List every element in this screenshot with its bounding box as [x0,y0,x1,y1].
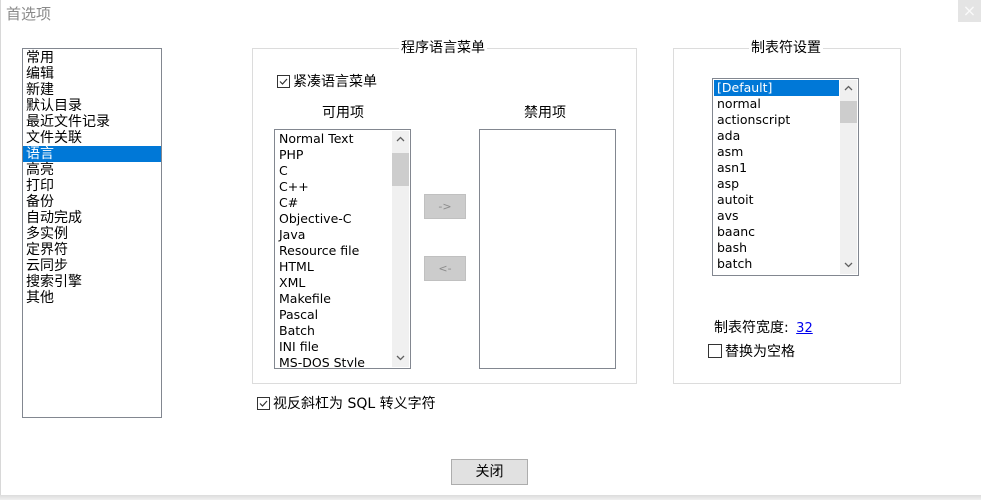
available-language-item[interactable]: Objective-C [276,211,391,227]
scrollbar-thumb[interactable] [392,153,409,186]
scroll-down-icon[interactable] [392,350,409,367]
sql-escape-option[interactable]: 视反斜杠为 SQL 转义字符 [257,393,436,413]
nav-item[interactable]: 语言 [23,146,161,162]
available-list-scrollbar[interactable] [392,131,409,367]
checkmark-icon [259,400,268,407]
available-language-item[interactable]: Java [276,227,391,243]
window-title: 首选项 [6,5,52,23]
nav-item[interactable]: 编辑 [23,66,161,82]
tab-language-item[interactable]: asn1 [714,160,839,176]
tab-language-item[interactable]: avs [714,208,839,224]
tab-settings-group-title: 制表符设置 [749,40,823,56]
tab-list-scrollbar[interactable] [840,80,857,274]
disabled-languages-list[interactable] [479,129,616,369]
close-icon: × [962,1,977,20]
compact-menu-label: 紧凑语言菜单 [293,74,377,90]
nav-item[interactable]: 默认目录 [23,98,161,114]
available-language-item[interactable]: XML [276,275,391,291]
tab-language-item[interactable]: blitzbasic [714,272,839,274]
tab-language-item[interactable]: autoit [714,192,839,208]
replace-with-space-option[interactable]: 替换为空格 [708,341,795,361]
available-language-item[interactable]: Makefile [276,291,391,307]
available-language-item[interactable]: C# [276,195,391,211]
tab-language-item[interactable]: baanc [714,224,839,240]
replace-with-space-checkbox[interactable] [708,344,722,358]
nav-item[interactable]: 其他 [23,290,161,306]
available-language-item[interactable]: Normal Text [276,131,391,147]
available-items-label: 可用项 [322,105,364,121]
language-menu-group-title: 程序语言菜单 [399,40,487,56]
tab-language-item[interactable]: asp [714,176,839,192]
tab-language-item[interactable]: [Default] [714,80,839,96]
tab-language-list[interactable]: [Default] normal actionscript ada asm asn1 asp… [712,78,859,276]
nav-item[interactable]: 自动完成 [23,210,161,226]
tab-language-item[interactable]: bash [714,240,839,256]
tab-width-value-link[interactable]: 32 [796,321,813,336]
available-language-item[interactable]: HTML [276,259,391,275]
nav-item[interactable]: 常用 [23,50,161,66]
window-border [0,0,1,497]
available-language-item[interactable]: INI file [276,339,391,355]
nav-item[interactable]: 打印 [23,178,161,194]
sql-escape-checkbox[interactable] [257,396,270,410]
nav-item[interactable]: 多实例 [23,226,161,242]
available-language-item[interactable]: PHP [276,147,391,163]
available-language-item[interactable]: Pascal [276,307,391,323]
nav-item[interactable]: 文件关联 [23,130,161,146]
tab-width-row: 制表符宽度: 32 [714,317,813,337]
tab-language-item[interactable]: batch [714,256,839,272]
replace-with-space-label: 替换为空格 [725,344,795,360]
tab-language-item[interactable]: ada [714,128,839,144]
available-language-item[interactable]: C++ [276,179,391,195]
window-close-button[interactable]: × [958,0,981,22]
checkmark-icon [279,78,288,85]
nav-item[interactable]: 搜索引擎 [23,274,161,290]
scroll-up-icon[interactable] [840,80,857,97]
nav-item[interactable]: 新建 [23,82,161,98]
available-language-item[interactable]: Batch [276,323,391,339]
scrollbar-thumb[interactable] [840,101,857,123]
tab-width-label: 制表符宽度: [714,320,789,336]
tab-language-item[interactable]: asm [714,144,839,160]
disabled-items-label: 禁用项 [524,105,566,121]
compact-menu-option[interactable]: 紧凑语言菜单 [277,71,377,91]
scroll-up-icon[interactable] [392,131,409,148]
scroll-down-icon[interactable] [840,257,857,274]
nav-item[interactable]: 备份 [23,194,161,210]
available-language-item[interactable]: Resource file [276,243,391,259]
nav-item[interactable]: 云同步 [23,258,161,274]
available-languages-list[interactable]: Normal Text PHP C C++ C# Objective-C Java Resou… [274,129,411,369]
available-language-item[interactable]: MS-DOS Style [276,355,391,367]
move-to-available-button[interactable]: <- [424,256,466,281]
available-language-item[interactable]: C [276,163,391,179]
compact-menu-checkbox[interactable] [277,74,290,88]
nav-item[interactable]: 高亮 [23,162,161,178]
nav-item[interactable]: 最近文件记录 [23,114,161,130]
close-dialog-button[interactable]: 关闭 [451,459,528,485]
tab-language-item[interactable]: normal [714,96,839,112]
nav-item[interactable]: 定界符 [23,242,161,258]
tab-language-item[interactable]: actionscript [714,112,839,128]
preferences-category-list[interactable]: 常用 编辑 新建 默认目录 最近文件记录 文件关联 语言 高亮 打印 备份 自动完成 多实例 定界符 云同… [22,48,162,418]
move-to-disabled-button[interactable]: -> [424,194,466,219]
sql-escape-label: 视反斜杠为 SQL 转义字符 [273,396,436,412]
window-bottom-edge [0,495,981,500]
